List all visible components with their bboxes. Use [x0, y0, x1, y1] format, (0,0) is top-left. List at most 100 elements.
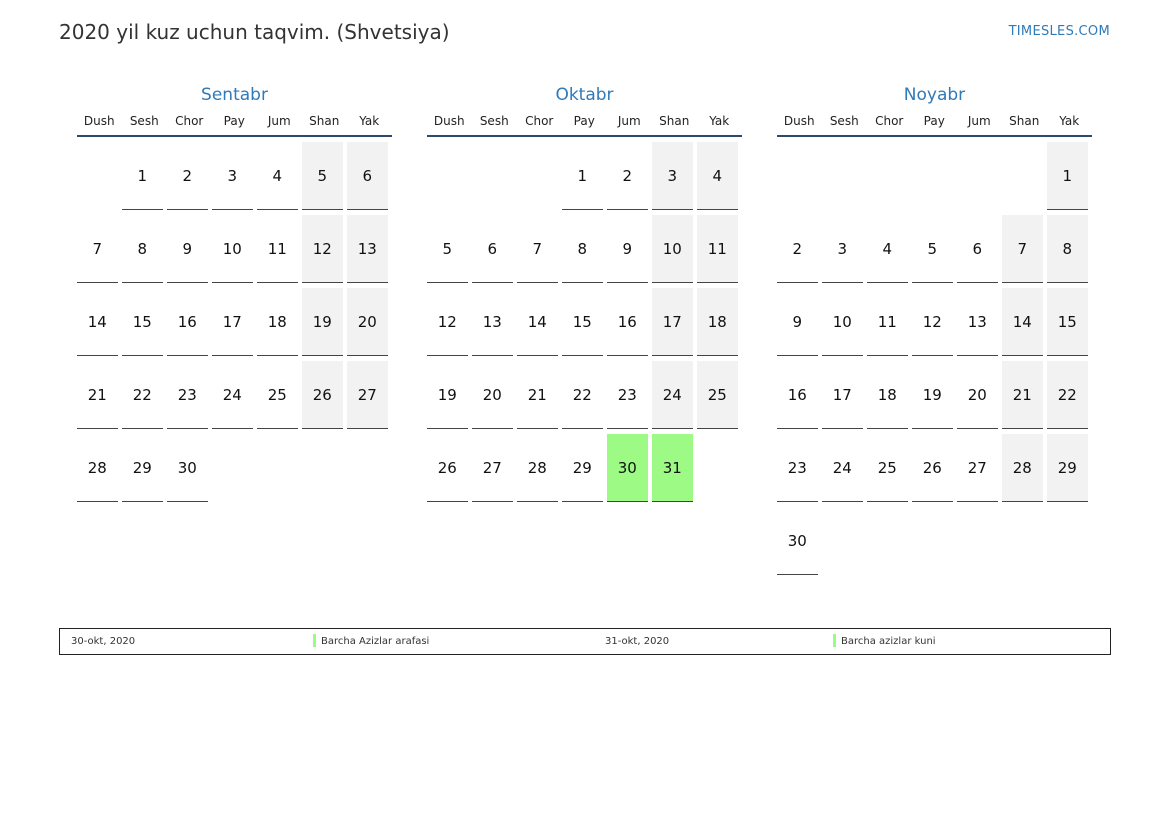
day-cell: 15 — [122, 288, 163, 356]
empty-day-cell — [822, 142, 863, 210]
day-cell: 2 — [777, 215, 818, 283]
week-row: 26 27 28 29 30 31 — [427, 434, 742, 507]
day-cell: 24 — [212, 361, 253, 429]
holiday-color-marker — [313, 634, 316, 647]
day-cell: 20 — [957, 361, 998, 429]
holiday-legend: 30-okt, 2020 Barcha Azizlar arafasi 31-o… — [59, 628, 1111, 655]
weekday-label: Jum — [267, 114, 291, 128]
day-cell: 13 — [957, 288, 998, 356]
day-cell: 21 — [517, 361, 558, 429]
weeks-grid: 1 2 3 4 5 6 7 8 9 10 11 12 13 14 15 16 17 18 19 20 21 22 23 24 2… — [777, 142, 1092, 580]
site-link[interactable]: TIMESLES.COM — [1009, 24, 1110, 39]
day-cell: 9 — [607, 215, 648, 283]
page-title: 2020 yil kuz uchun taqvim. (Shvetsiya) — [59, 20, 450, 44]
empty-day-cell — [212, 434, 253, 502]
week-row: 16 17 18 19 20 21 22 — [777, 361, 1092, 434]
day-cell: 4 — [697, 142, 738, 210]
empty-day-cell — [1002, 142, 1043, 210]
day-cell: 17 — [212, 288, 253, 356]
day-cell: 3 — [652, 142, 693, 210]
day-cell: 29 — [1047, 434, 1088, 502]
day-cell: 20 — [472, 361, 513, 429]
day-cell: 14 — [77, 288, 118, 356]
month-calendar: Sentabr Dush Sesh Chor Pay Jum Shan Yak 123456… — [77, 84, 392, 507]
day-cell: 18 — [697, 288, 738, 356]
empty-day-cell — [257, 434, 298, 502]
empty-day-cell — [427, 142, 468, 210]
week-row: 2345678 — [777, 215, 1092, 288]
weekday-label: Dush — [83, 114, 115, 128]
holiday-color-marker — [833, 634, 836, 647]
empty-day-cell — [1047, 507, 1088, 575]
day-cell: 26 — [427, 434, 468, 502]
week-row: 19 20 21 22 23 24 25 — [427, 361, 742, 434]
empty-day-cell — [697, 434, 738, 502]
month-name: Noyabr — [903, 85, 966, 105]
empty-day-cell — [912, 507, 953, 575]
day-cell: 22 — [1047, 361, 1088, 429]
day-cell: 4 — [257, 142, 298, 210]
empty-day-cell — [77, 142, 118, 210]
day-cell: 5 — [302, 142, 343, 210]
legend-holiday: Barcha azizlar kuni — [833, 634, 936, 647]
weekday-label: Sesh — [129, 114, 159, 128]
holiday-day-cell: 31 — [652, 434, 693, 502]
month-calendar: Oktabr Dush Sesh Chor Pay Jum Shan Yak 1234567… — [427, 84, 742, 507]
weekday-label: Shan — [1009, 114, 1040, 128]
month-calendar: Noyabr Dush Sesh Chor Pay Jum Shan Yak 1234567… — [777, 84, 1092, 580]
week-row: 9 10 11 12 13 14 15 — [777, 288, 1092, 361]
weeks-grid: 1 2 3 4 5 6 7 8 9 10 11 12 13 14 15 16 17 18 19 20 21 22 23 24 2… — [77, 142, 392, 507]
weekday-label: Yak — [359, 114, 380, 128]
day-cell: 25 — [697, 361, 738, 429]
day-cell: 3 — [822, 215, 863, 283]
day-cell: 29 — [122, 434, 163, 502]
legend-holiday-name: Barcha Azizlar arafasi — [321, 636, 430, 647]
week-row: 28 29 30 — [77, 434, 392, 507]
day-cell: 29 — [562, 434, 603, 502]
legend-date: 30-okt, 2020 — [71, 636, 136, 647]
day-cell: 2 — [607, 142, 648, 210]
day-cell: 14 — [517, 288, 558, 356]
day-cell: 14 — [1002, 288, 1043, 356]
empty-day-cell — [1002, 507, 1043, 575]
weekday-label: Shan — [659, 114, 690, 128]
day-cell: 19 — [427, 361, 468, 429]
week-row: 30 — [777, 507, 1092, 580]
day-cell: 19 — [302, 288, 343, 356]
day-cell: 1 — [562, 142, 603, 210]
day-cell: 25 — [257, 361, 298, 429]
week-row: 1 — [777, 142, 1092, 215]
day-cell: 9 — [777, 288, 818, 356]
day-cell: 7 — [77, 215, 118, 283]
weekday-header: Dush Sesh Chor Pay Jum Shan Yak — [427, 114, 742, 137]
day-cell: 23 — [777, 434, 818, 502]
weekday-label: Sesh — [479, 114, 509, 128]
weekday-header: Dush Sesh Chor Pay Jum Shan Yak — [777, 114, 1092, 137]
day-cell: 19 — [912, 361, 953, 429]
day-cell: 8 — [1047, 215, 1088, 283]
month-name: Sentabr — [201, 85, 268, 105]
day-cell: 21 — [1002, 361, 1043, 429]
empty-day-cell — [957, 142, 998, 210]
legend-date: 31-okt, 2020 — [605, 636, 670, 647]
day-cell: 13 — [347, 215, 388, 283]
day-cell: 22 — [562, 361, 603, 429]
weekday-label: Pay — [223, 114, 245, 128]
day-cell: 26 — [302, 361, 343, 429]
day-cell: 30 — [777, 507, 818, 575]
day-cell: 27 — [957, 434, 998, 502]
empty-day-cell — [822, 507, 863, 575]
week-row: 123456 — [77, 142, 392, 215]
day-cell: 1 — [1047, 142, 1088, 210]
empty-day-cell — [777, 142, 818, 210]
weekday-header: Dush Sesh Chor Pay Jum Shan Yak — [77, 114, 392, 137]
day-cell: 1 — [122, 142, 163, 210]
day-cell: 26 — [912, 434, 953, 502]
day-cell: 17 — [822, 361, 863, 429]
legend-holiday: Barcha Azizlar arafasi — [313, 634, 430, 647]
empty-day-cell — [957, 507, 998, 575]
day-cell: 3 — [212, 142, 253, 210]
week-row: 7 8 9 10 11 12 13 — [77, 215, 392, 288]
day-cell: 12 — [912, 288, 953, 356]
day-cell: 11 — [697, 215, 738, 283]
